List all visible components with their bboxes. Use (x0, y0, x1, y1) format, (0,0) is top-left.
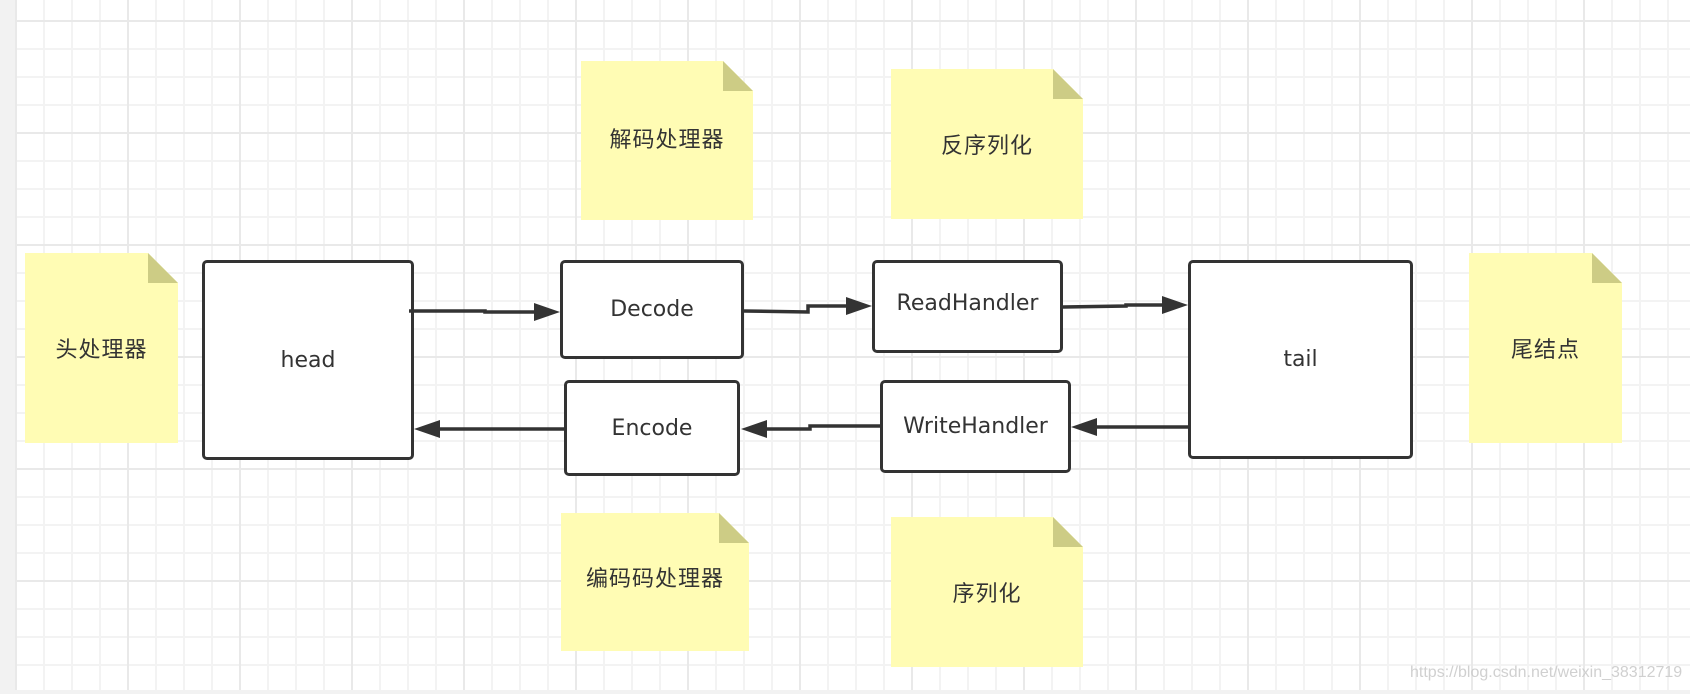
note-label: 头处理器 (55, 338, 148, 363)
node-encode[interactable]: Encode (564, 380, 740, 476)
note-label: 尾结点 (1510, 338, 1580, 363)
note-label: 解码处理器 (609, 127, 725, 153)
note-label: 反序列化 (940, 134, 1033, 159)
watermark: https://blog.csdn.net/weixin_38312719 (1410, 664, 1683, 681)
node-write-handler[interactable]: WriteHandler (880, 380, 1071, 473)
node-tail[interactable]: tail (1188, 260, 1413, 459)
node-read-handler[interactable]: ReadHandler (872, 260, 1063, 353)
node-decode[interactable]: Decode (560, 260, 744, 359)
note-encode-handler[interactable]: 编码码处理器 (561, 513, 749, 651)
note-label: 编码码处理器 (585, 567, 724, 592)
note-head-handler[interactable]: 头处理器 (25, 253, 178, 443)
note-tail-node[interactable]: 尾结点 (1469, 253, 1622, 443)
note-deserialize[interactable]: 反序列化 (891, 69, 1083, 219)
note-serialize[interactable]: 序列化 (891, 517, 1083, 667)
note-label: 序列化 (952, 582, 1022, 607)
node-head[interactable]: head (202, 260, 414, 460)
note-decode-handler[interactable]: 解码处理器 (581, 61, 753, 220)
